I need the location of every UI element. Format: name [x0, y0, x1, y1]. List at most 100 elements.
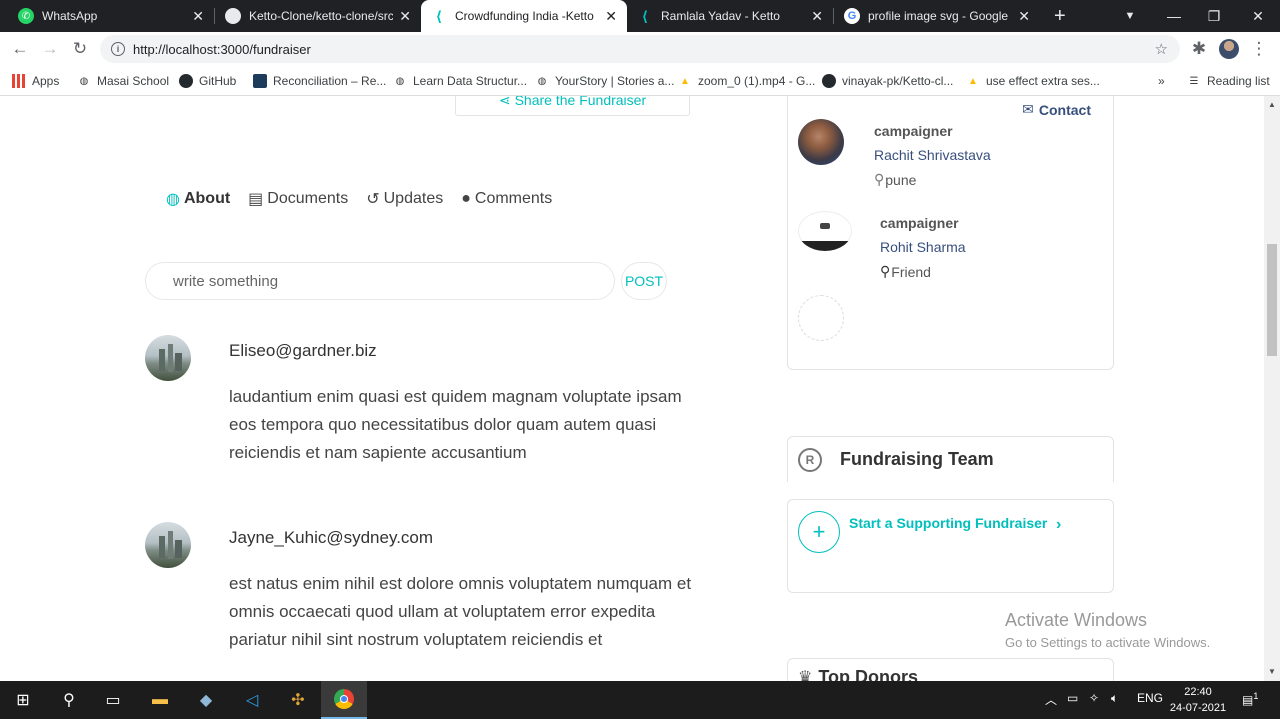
bookmark-github[interactable]: GitHub [179, 72, 236, 90]
start-supporting-fundraiser-link[interactable]: Start a Supporting Fundraiser [849, 515, 1047, 531]
comment-body: laudantium enim quasi est quidem magnam … [229, 387, 682, 462]
bookmark-use-effect[interactable]: ▲ use effect extra ses... [966, 72, 1100, 90]
whatsapp-icon: ✆ [18, 8, 34, 24]
bookmark-zoom-video[interactable]: ▲ zoom_0 (1).mp4 - G... [678, 72, 815, 90]
close-icon[interactable]: ✕ [811, 8, 823, 25]
bookmark-apps[interactable]: Apps [12, 72, 59, 90]
tab-documents[interactable]: ▤ Documents [248, 189, 348, 209]
comment-input[interactable]: write something [145, 262, 615, 300]
browser-tab-ramlala[interactable]: ⟨ Ramlala Yadav - Ketto ✕ [627, 0, 833, 32]
battery-icon[interactable]: ▭ [1067, 691, 1078, 705]
browser-tab-crowdfunding[interactable]: ⟨ Crowdfunding India -Ketto ✕ [421, 0, 627, 32]
bookmark-label: Apps [32, 74, 60, 88]
comment-author: Jayne_Kuhic@sydney.com [229, 528, 434, 547]
tray-overflow-chevron-icon[interactable]: ︿ [1045, 691, 1057, 708]
bookmark-data-structures[interactable]: ◍ Learn Data Structur... [393, 72, 527, 90]
activate-windows-watermark: Activate Windows Go to Settings to activ… [1005, 610, 1211, 650]
more-bookmarks-button[interactable]: » [1158, 72, 1165, 90]
campaigner-name[interactable]: Rachit Shrivastava [874, 147, 991, 163]
address-bar[interactable]: i http://localhost:3000/fundraiser ☆ [100, 35, 1180, 63]
bookmark-reconciliation[interactable]: Reconciliation – Re... [253, 72, 386, 90]
tab-title: Ketto-Clone/ketto-clone/src/ [249, 9, 394, 23]
tab-updates[interactable]: ↺ Updates [366, 189, 443, 209]
window-close-icon[interactable]: ✕ [1236, 0, 1280, 32]
bookmark-star-icon[interactable]: ☆ [1155, 40, 1168, 58]
campaigner-name[interactable]: Rohit Sharma [880, 239, 966, 255]
notification-center-icon[interactable]: ▤1 [1242, 691, 1258, 707]
app-icon [253, 74, 267, 88]
history-icon: ↺ [366, 191, 380, 208]
avatar [145, 335, 191, 381]
browser-tab-github[interactable]: Ketto-Clone/ketto-clone/src/ ✕ [215, 0, 421, 32]
reading-list-button[interactable]: ☰ Reading list [1187, 72, 1270, 90]
tab-search-icon[interactable]: ▼ [1108, 0, 1152, 32]
tab-title: WhatsApp [42, 9, 98, 23]
clock[interactable]: 22:40 24-07-2021 [1168, 684, 1228, 716]
browser-tab-whatsapp[interactable]: ✆ WhatsApp ✕ [8, 0, 214, 32]
bookmark-ketto-clone[interactable]: vinayak-pk/Ketto-cl... [822, 72, 953, 90]
info-icon[interactable]: i [111, 42, 125, 56]
bookmark-masai-school[interactable]: ◍ Masai School [77, 72, 169, 90]
supporting-fundraiser-card[interactable]: + Start a Supporting Fundraiser › [787, 499, 1114, 593]
bookmark-yourstory[interactable]: ◍ YourStory | Stories a... [535, 72, 675, 90]
notepad-icon[interactable]: ◆ [183, 681, 229, 719]
bookmark-label: Masai School [97, 74, 170, 88]
share-fundraiser-button[interactable]: ⋖ Share the Fundraiser [455, 96, 690, 116]
windows-start-icon[interactable]: ⊞ [0, 681, 46, 719]
url-text[interactable]: http://localhost:3000/fundraiser [133, 42, 311, 57]
tab-about[interactable]: ◍ About [166, 189, 230, 209]
new-tab-button[interactable]: + [1044, 0, 1074, 32]
post-button[interactable]: POST [621, 262, 667, 300]
search-icon[interactable]: ⚲ [46, 681, 92, 719]
windows-taskbar: ⊞ ⚲ ▭ ▬ ◆ ◁ ✣ ︿ ▭ ✧ 🔈︎ ENG 22:40 24-07-2… [0, 681, 1280, 719]
globe-icon: ◍ [395, 75, 405, 87]
vscode-icon[interactable]: ◁ [229, 681, 275, 719]
tab-comments[interactable]: ● Comments [461, 189, 552, 209]
plus-icon[interactable]: + [798, 511, 840, 553]
bookmark-label: Learn Data Structur... [413, 74, 528, 88]
bookmark-label: use effect extra ses... [986, 74, 1100, 88]
close-icon[interactable]: ✕ [399, 8, 411, 25]
close-icon[interactable]: ✕ [605, 8, 617, 25]
close-icon[interactable]: ✕ [192, 8, 204, 25]
slack-icon[interactable]: ✣ [275, 681, 321, 719]
chrome-icon[interactable] [321, 681, 367, 719]
chevron-right-icon[interactable]: › [1056, 516, 1061, 534]
reload-icon[interactable]: ↻ [68, 37, 92, 61]
network-icon[interactable]: ✧ [1089, 691, 1099, 705]
browser-tab-google[interactable]: G profile image svg - Google Se ✕ [834, 0, 1040, 32]
menu-icon[interactable]: ⋮ [1247, 37, 1271, 61]
scroll-up-arrow-icon[interactable]: ▲ [1267, 100, 1277, 110]
language-indicator[interactable]: ENG [1137, 691, 1163, 705]
comment-body: est natus enim nihil est dolore omnis vo… [229, 574, 692, 649]
avatar [798, 211, 852, 251]
drive-icon: ▲ [680, 75, 690, 87]
task-view-icon[interactable]: ▭ [90, 681, 136, 719]
back-icon[interactable]: ← [8, 37, 32, 61]
close-icon[interactable]: ✕ [1018, 8, 1030, 25]
github-icon [225, 8, 241, 24]
forward-icon[interactable]: → [38, 37, 62, 61]
profile-avatar[interactable] [1217, 37, 1241, 61]
trophy-icon: ♛ [798, 669, 813, 681]
scrollbar-thumb[interactable] [1267, 244, 1277, 356]
volume-icon[interactable]: 🔈︎ [1111, 691, 1118, 706]
page-content: ⋖ Share the Fundraiser ◍ About ▤ Documen… [0, 96, 1268, 681]
bookmark-label: Reconciliation – Re... [273, 74, 387, 88]
tab-title: Ramlala Yadav - Ketto [661, 9, 780, 23]
page-scrollbar[interactable]: ▲ ▼ [1264, 96, 1280, 681]
avatar [145, 522, 191, 568]
campaigner-role: campaigner [874, 123, 953, 139]
extensions-icon[interactable]: ✱ [1187, 37, 1211, 61]
file-explorer-icon[interactable]: ▬ [137, 681, 183, 719]
scroll-down-arrow-icon[interactable]: ▼ [1267, 667, 1277, 677]
ketto-icon: ⟨ [435, 7, 443, 24]
notification-count: 1 [1253, 691, 1259, 701]
contact-button[interactable]: ✉ Contact [1022, 101, 1091, 118]
apps-grid-icon [12, 74, 26, 88]
restore-icon[interactable]: ❐ [1192, 0, 1236, 32]
ketto-icon: ⟨ [641, 7, 649, 24]
tab-title: profile image svg - Google Se [868, 9, 1013, 23]
bookmark-label: GitHub [199, 74, 237, 88]
minimize-icon[interactable]: — [1152, 0, 1196, 32]
